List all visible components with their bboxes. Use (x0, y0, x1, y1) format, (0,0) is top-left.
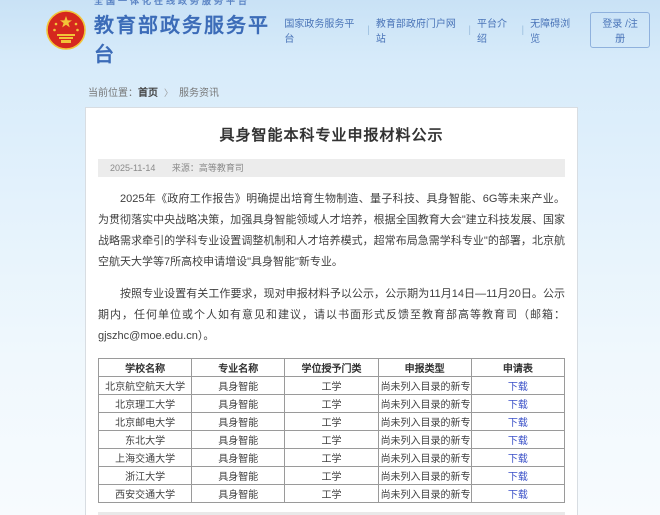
cell-degree: 工学 (285, 485, 378, 503)
table-row: 北京航空航天大学 具身智能 工学 尚未列入目录的新专业 下载 (99, 377, 565, 395)
download-link[interactable]: 下载 (508, 490, 528, 501)
cell-major: 具身智能 (192, 413, 285, 431)
article-paragraph-1: 2025年《政府工作报告》明确提出培育生物制造、量子科技、具身智能、6G等未来产… (98, 189, 565, 273)
header-nav: 国家政务服务平台 | 教育部政府门户网站 | 平台介绍 | 无障碍浏览 登录 /… (284, 12, 650, 48)
article-date: 2025-11-14 (110, 163, 155, 173)
national-emblem-icon (46, 10, 86, 50)
cell-major: 具身智能 (192, 467, 285, 485)
table-row: 北京理工大学 具身智能 工学 尚未列入目录的新专业 下载 (99, 395, 565, 413)
site-logo: 全国一体化在线政务服务平台 教育部政务服务平台 (46, 0, 284, 67)
col-header-form: 申请表 (471, 359, 564, 377)
nav-link-platform-intro[interactable]: 平台介绍 (477, 15, 515, 45)
cell-school: 北京邮电大学 (99, 413, 192, 431)
table-row: 西安交通大学 具身智能 工学 尚未列入目录的新专业 下载 (99, 485, 565, 503)
cell-type: 尚未列入目录的新专业 (378, 413, 471, 431)
nav-link-accessibility[interactable]: 无障碍浏览 (530, 15, 578, 45)
platform-subtitle: 全国一体化在线政务服务平台 (94, 0, 284, 7)
nav-separator: | (522, 25, 525, 36)
download-link[interactable]: 下载 (508, 382, 528, 393)
page-title: 具身智能本科专业申报材料公示 (98, 124, 565, 145)
cell-school: 东北大学 (99, 431, 192, 449)
breadcrumb-current: 服务资讯 (179, 88, 219, 99)
nav-link-moe-portal[interactable]: 教育部政府门户网站 (376, 15, 463, 45)
cell-major: 具身智能 (192, 449, 285, 467)
table-row: 上海交通大学 具身智能 工学 尚未列入目录的新专业 下载 (99, 449, 565, 467)
cell-degree: 工学 (285, 467, 378, 485)
download-link[interactable]: 下载 (508, 400, 528, 411)
download-link[interactable]: 下载 (508, 418, 528, 429)
cell-degree: 工学 (285, 413, 378, 431)
cell-type: 尚未列入目录的新专业 (378, 485, 471, 503)
cell-major: 具身智能 (192, 485, 285, 503)
col-header-degree: 学位授予门类 (285, 359, 378, 377)
cell-type: 尚未列入目录的新专业 (378, 431, 471, 449)
download-link[interactable]: 下载 (508, 472, 528, 483)
cell-type: 尚未列入目录的新专业 (378, 377, 471, 395)
cell-degree: 工学 (285, 431, 378, 449)
application-table: 学校名称 专业名称 学位授予门类 申报类型 申请表 北京航空航天大学 具身智能 … (98, 358, 565, 503)
download-link[interactable]: 下载 (508, 454, 528, 465)
col-header-major: 专业名称 (192, 359, 285, 377)
cell-school: 浙江大学 (99, 467, 192, 485)
breadcrumb: 当前位置：首页〉服务资讯 (88, 84, 660, 99)
nav-link-national-platform[interactable]: 国家政务服务平台 (284, 15, 361, 45)
table-row: 北京邮电大学 具身智能 工学 尚未列入目录的新专业 下载 (99, 413, 565, 431)
cell-degree: 工学 (285, 449, 378, 467)
cell-type: 尚未列入目录的新专业 (378, 467, 471, 485)
cell-school: 上海交通大学 (99, 449, 192, 467)
table-row: 东北大学 具身智能 工学 尚未列入目录的新专业 下载 (99, 431, 565, 449)
breadcrumb-home-link[interactable]: 首页 (138, 88, 158, 99)
table-row: 浙江大学 具身智能 工学 尚未列入目录的新专业 下载 (99, 467, 565, 485)
col-header-school: 学校名称 (99, 359, 192, 377)
nav-separator: | (468, 25, 471, 36)
download-link[interactable]: 下载 (508, 436, 528, 447)
article-meta-bar: 2025-11-14 来源：高等教育司 (98, 159, 565, 177)
platform-title: 教育部政务服务平台 (94, 9, 284, 67)
cell-school: 西安交通大学 (99, 485, 192, 503)
cell-school: 北京理工大学 (99, 395, 192, 413)
cell-type: 尚未列入目录的新专业 (378, 449, 471, 467)
cell-degree: 工学 (285, 395, 378, 413)
logo-text: 全国一体化在线政务服务平台 教育部政务服务平台 (94, 0, 284, 67)
cell-major: 具身智能 (192, 431, 285, 449)
cell-major: 具身智能 (192, 395, 285, 413)
col-header-type: 申报类型 (378, 359, 471, 377)
cell-type: 尚未列入目录的新专业 (378, 395, 471, 413)
article-card: 具身智能本科专业申报材料公示 2025-11-14 来源：高等教育司 2025年… (85, 107, 578, 515)
article-paragraph-2: 按照专业设置有关工作要求，现对申报材料予以公示，公示期为11月14日—11月20… (98, 284, 565, 347)
login-register-button[interactable]: 登录 /注册 (590, 12, 650, 48)
cell-degree: 工学 (285, 377, 378, 395)
site-header: 全国一体化在线政务服务平台 教育部政务服务平台 国家政务服务平台 | 教育部政府… (0, 0, 660, 60)
cell-school: 北京航空航天大学 (99, 377, 192, 395)
breadcrumb-prefix: 当前位置： (88, 88, 138, 99)
breadcrumb-separator: 〉 (164, 88, 173, 98)
article-source: 来源：高等教育司 (172, 163, 244, 173)
cell-major: 具身智能 (192, 377, 285, 395)
nav-separator: | (367, 25, 370, 36)
table-header-row: 学校名称 专业名称 学位授予门类 申报类型 申请表 (99, 359, 565, 377)
